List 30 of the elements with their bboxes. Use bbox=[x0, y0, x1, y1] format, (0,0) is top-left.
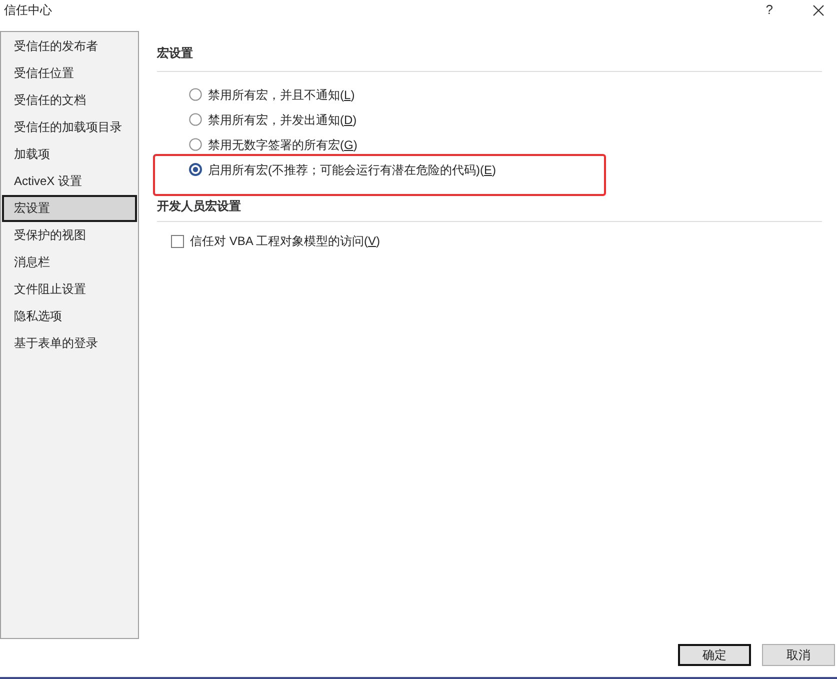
radio-button[interactable] bbox=[189, 88, 202, 101]
sidebar-item[interactable]: 加载项 bbox=[2, 141, 137, 168]
checkbox[interactable] bbox=[171, 234, 184, 248]
section-heading: 宏设置 bbox=[157, 45, 194, 61]
sidebar-item[interactable]: 宏设置 bbox=[2, 195, 137, 222]
option-label: 禁用所有宏，并发出通知(D) bbox=[208, 112, 357, 128]
sidebar-item[interactable]: 文件阻止设置 bbox=[2, 276, 137, 303]
option-label: 禁用无数字签署的所有宏(G) bbox=[208, 136, 358, 152]
radio-button[interactable] bbox=[189, 163, 202, 176]
close-button[interactable] bbox=[811, 2, 826, 18]
sidebar-item[interactable]: 隐私选项 bbox=[2, 303, 137, 330]
help-button[interactable]: ? bbox=[764, 2, 775, 18]
radio-button[interactable] bbox=[189, 113, 202, 126]
sidebar-item[interactable]: 受信任的文档 bbox=[2, 87, 137, 114]
sidebar-item[interactable]: 消息栏 bbox=[2, 249, 137, 276]
cancel-button[interactable]: 取消 bbox=[762, 644, 835, 666]
sidebar-item[interactable]: 基于表单的登录 bbox=[2, 330, 137, 357]
ok-button[interactable]: 确定 bbox=[678, 644, 751, 666]
option-label: 禁用所有宏，并且不通知(L) bbox=[208, 86, 355, 102]
checkbox-label: 信任对 VBA 工程对象模型的访问(V) bbox=[190, 233, 380, 249]
option-label: 启用所有宏(不推荐；可能会运行有潜在危险的代码)(E) bbox=[208, 162, 496, 178]
section-heading: 开发人员宏设置 bbox=[157, 198, 242, 214]
sidebar-item[interactable]: 受保护的视图 bbox=[2, 222, 137, 249]
sidebar-item[interactable]: ActiveX 设置 bbox=[2, 168, 137, 195]
sidebar-item[interactable]: 受信任的发布者 bbox=[2, 33, 137, 60]
sidebar-item[interactable]: 受信任的加载项目录 bbox=[2, 114, 137, 141]
window-title: 信任中心 bbox=[4, 2, 52, 18]
sidebar-item[interactable]: 受信任位置 bbox=[2, 60, 137, 87]
close-icon bbox=[813, 4, 824, 16]
radio-button[interactable] bbox=[189, 138, 202, 151]
